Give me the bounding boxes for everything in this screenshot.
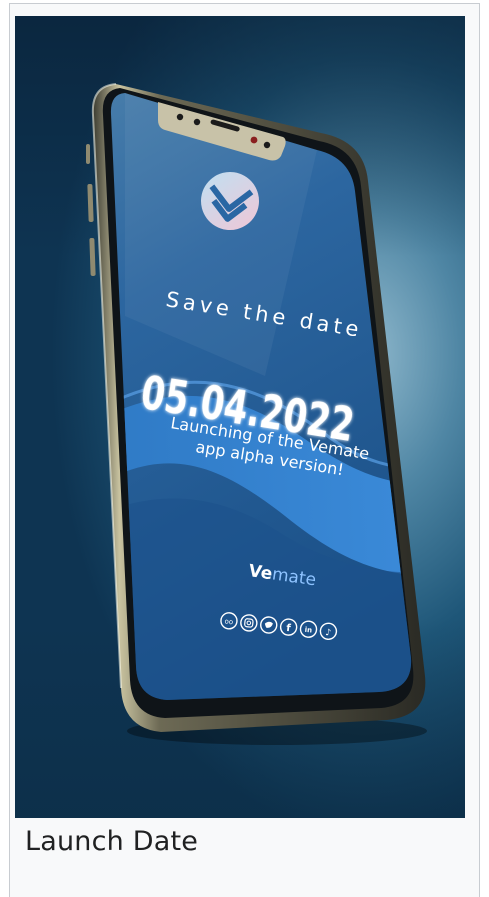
front-camera [250, 136, 258, 144]
mute-switch [86, 144, 90, 164]
launch-poster-image[interactable]: Save the date 05.04.2022 Launching of th… [15, 16, 465, 818]
svg-text:oo: oo [224, 617, 233, 626]
image-caption: Launch Date [25, 826, 199, 857]
camera-dot [176, 113, 184, 121]
volume-down-button [89, 237, 96, 276]
phone-mockup: Save the date 05.04.2022 Launching of th… [86, 83, 427, 745]
volume-up-button [87, 183, 94, 222]
svg-text:♪: ♪ [325, 628, 332, 639]
svg-text:in: in [304, 626, 312, 635]
brand-bold: Ve [247, 561, 273, 584]
